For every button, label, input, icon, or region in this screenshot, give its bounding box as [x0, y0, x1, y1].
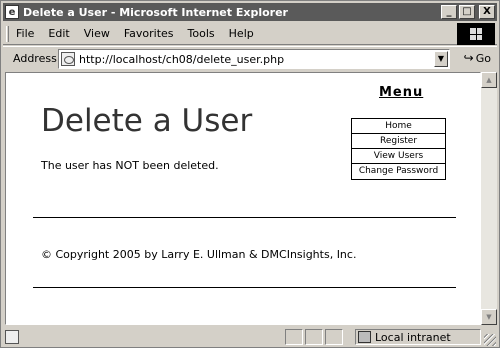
status-panel: [285, 329, 303, 345]
menu-bar: File Edit View Favorites Tools Help: [3, 23, 497, 45]
windows-logo-icon: [457, 23, 495, 45]
minimize-button[interactable]: _: [441, 5, 457, 19]
maximize-button[interactable]: □: [459, 5, 475, 19]
menu-favorites[interactable]: Favorites: [117, 27, 181, 40]
status-bar: Local intranet: [3, 327, 497, 347]
menu-help[interactable]: Help: [222, 27, 261, 40]
menu-tools[interactable]: Tools: [181, 27, 222, 40]
go-arrow-icon: ↪: [463, 51, 474, 65]
address-label: Address: [13, 52, 57, 65]
go-button[interactable]: ↪ Go: [464, 51, 491, 65]
address-bar: Address http://localhost/ch08/delete_use…: [3, 46, 497, 70]
scroll-down-icon[interactable]: ▼: [481, 309, 497, 325]
intranet-icon: [358, 331, 371, 343]
ie-page-icon: e: [5, 5, 19, 19]
page-content: Menu Home Register View Users Change Pas…: [5, 72, 481, 325]
window-title: Delete a User - Microsoft Internet Explo…: [23, 5, 288, 19]
close-button[interactable]: X: [479, 5, 495, 19]
divider: [33, 287, 456, 288]
address-input[interactable]: http://localhost/ch08/delete_user.php ▼: [58, 49, 450, 69]
menu-edit[interactable]: Edit: [41, 27, 76, 40]
result-message: The user has NOT been deleted.: [41, 159, 219, 172]
status-panel: [305, 329, 323, 345]
go-label: Go: [475, 51, 491, 65]
status-panel: [325, 329, 343, 345]
chevron-down-icon[interactable]: ▼: [434, 51, 448, 67]
nav-register[interactable]: Register: [352, 134, 445, 149]
menu-title: Menu: [379, 85, 424, 100]
security-zone[interactable]: Local intranet: [355, 329, 481, 345]
scroll-up-icon[interactable]: ▲: [481, 72, 497, 88]
nav-menu: Home Register View Users Change Password: [351, 118, 446, 180]
menu-view[interactable]: View: [77, 27, 117, 40]
copyright-footer: © Copyright 2005 by Larry E. Ullman & DM…: [41, 248, 357, 261]
page-title: Delete a User: [41, 103, 253, 139]
divider: [33, 217, 456, 218]
nav-view-users[interactable]: View Users: [352, 149, 445, 164]
browser-window: e Delete a User - Microsoft Internet Exp…: [0, 0, 500, 348]
nav-home[interactable]: Home: [352, 119, 445, 134]
vertical-scrollbar[interactable]: ▲ ▼: [481, 72, 497, 325]
address-url[interactable]: http://localhost/ch08/delete_user.php: [79, 53, 284, 66]
title-bar: e Delete a User - Microsoft Internet Exp…: [3, 3, 497, 21]
zone-label: Local intranet: [375, 330, 451, 344]
nav-change-password[interactable]: Change Password: [352, 164, 445, 179]
resize-grip-icon[interactable]: [484, 334, 496, 346]
menu-file[interactable]: File: [9, 27, 41, 40]
page-icon: [61, 52, 75, 66]
window-controls: _ □ X: [441, 5, 495, 19]
page-status-icon: [5, 330, 19, 344]
